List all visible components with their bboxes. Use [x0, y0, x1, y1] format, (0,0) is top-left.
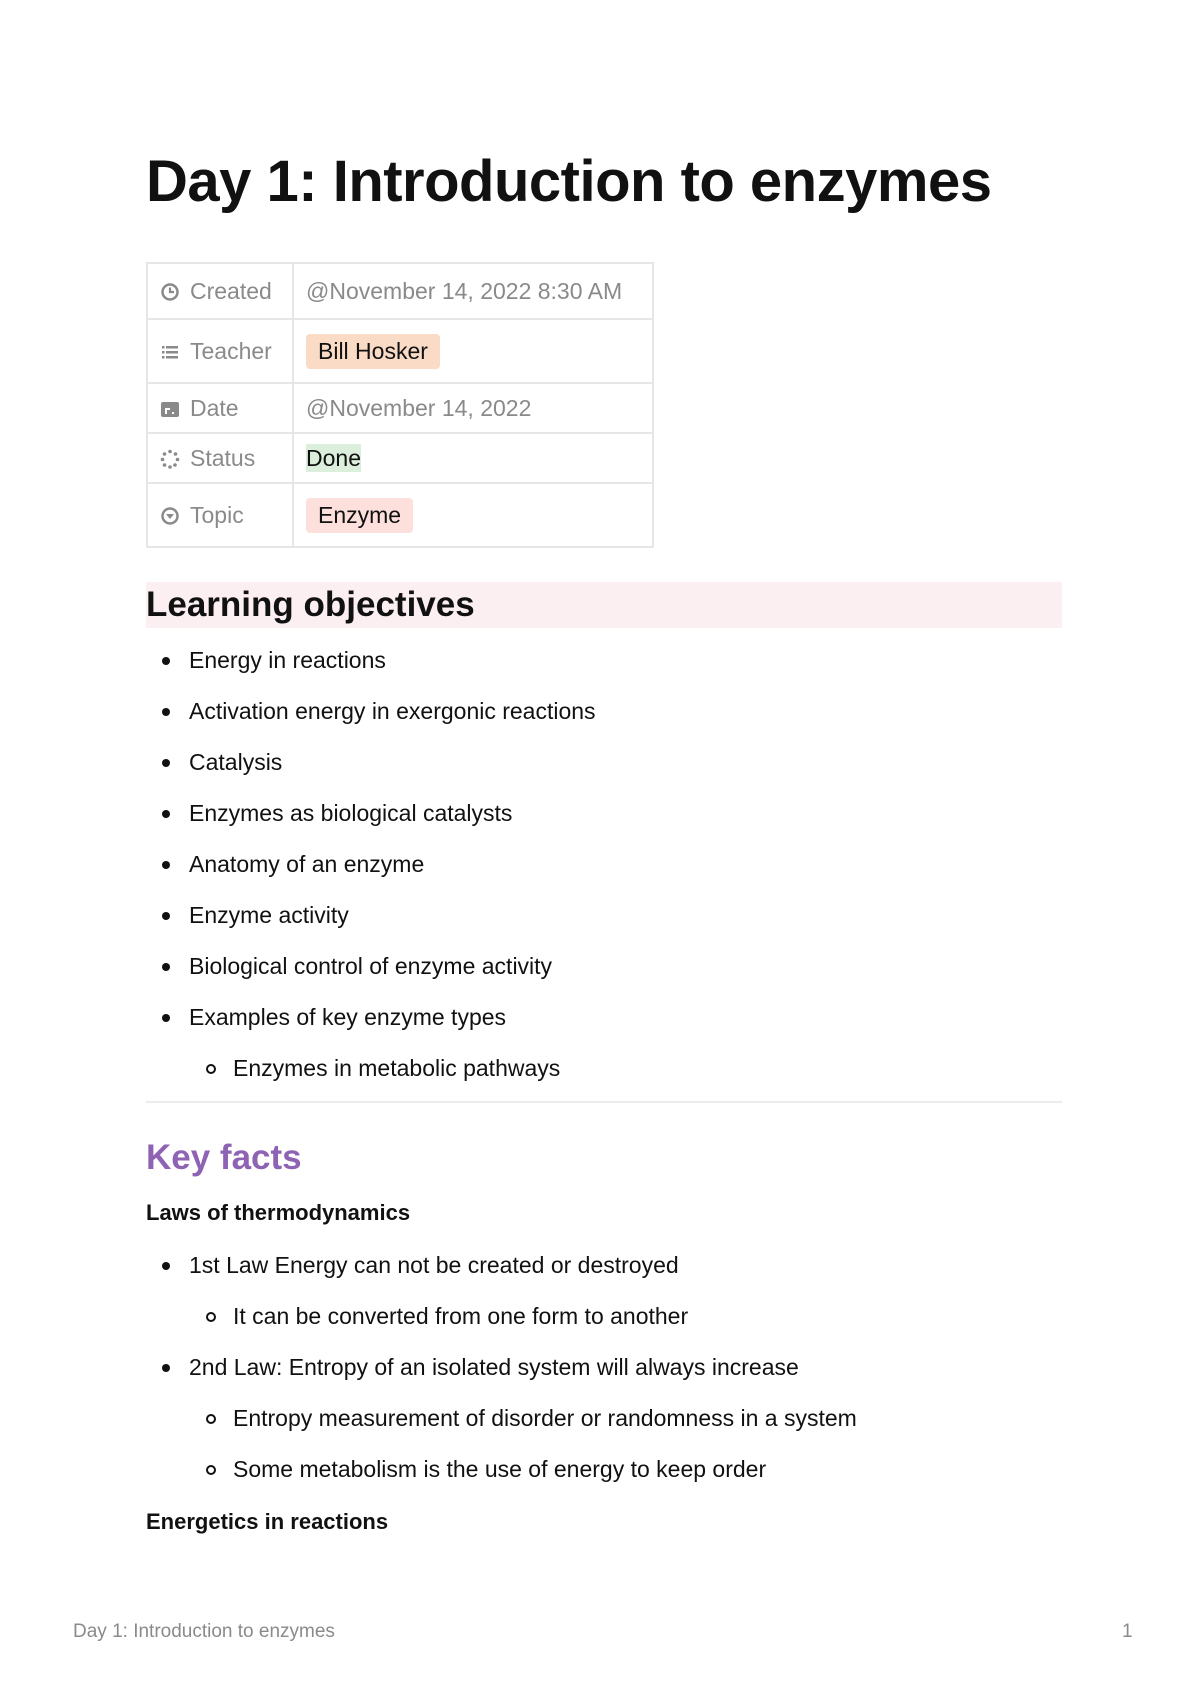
calendar-icon — [161, 401, 179, 417]
energetics-heading: Energetics in reactions — [146, 1509, 389, 1534]
list-item: Examples of key enzyme types — [146, 1002, 596, 1053]
list-item: Entropy measurement of disorder or rando… — [146, 1403, 857, 1454]
list-item: It can be converted from one form to ano… — [146, 1301, 857, 1352]
list-item: Anatomy of an enzyme — [146, 849, 596, 900]
property-key: Teacher — [146, 318, 294, 384]
list-icon — [162, 345, 178, 358]
select-icon — [161, 506, 179, 525]
list-item: Some metabolism is the use of energy to … — [146, 1454, 857, 1505]
property-key: Status — [146, 432, 294, 484]
property-key-label: Topic — [190, 501, 244, 528]
teacher-tag[interactable]: Bill Hosker — [306, 333, 440, 369]
property-value-teacher[interactable]: Bill Hosker — [292, 318, 654, 384]
page-number: 1 — [1122, 1621, 1133, 1642]
clock-icon — [161, 282, 179, 301]
property-row-date: Date @November 14, 2022 — [146, 382, 654, 434]
list-item: Activation energy in exergonic reactions — [146, 696, 596, 747]
list-item: Energy in reactions — [146, 645, 596, 696]
footer-title: Day 1: Introduction to enzymes — [73, 1621, 335, 1642]
property-row-topic: Topic Enzyme — [146, 482, 654, 548]
status-badge[interactable]: Done — [306, 443, 361, 472]
list-item: Catalysis — [146, 747, 596, 798]
property-key: Topic — [146, 482, 294, 548]
list-item: Enzymes as biological catalysts — [146, 798, 596, 849]
property-key-label: Created — [190, 277, 272, 304]
properties-table: Created @November 14, 2022 8:30 AM Teach… — [146, 262, 654, 548]
divider — [146, 1101, 1062, 1103]
page-title: Day 1: Introduction to enzymes — [146, 149, 992, 214]
list-item: Enzymes in metabolic pathways — [146, 1053, 596, 1104]
property-value-topic[interactable]: Enzyme — [292, 482, 654, 548]
property-row-created: Created @November 14, 2022 8:30 AM — [146, 262, 654, 320]
learning-objectives-list: Energy in reactions Activation energy in… — [146, 645, 596, 1104]
property-value-status[interactable]: Done — [292, 432, 654, 484]
list-item: Enzyme activity — [146, 900, 596, 951]
list-item: 2nd Law: Entropy of an isolated system w… — [146, 1352, 857, 1403]
property-key: Date — [146, 382, 294, 434]
property-row-status: Status Done — [146, 432, 654, 484]
list-item: 1st Law Energy can not be created or des… — [146, 1250, 857, 1301]
topic-tag[interactable]: Enzyme — [306, 497, 414, 533]
property-key-label: Status — [190, 444, 256, 471]
property-key-label: Date — [190, 394, 239, 421]
date-value: @November 14, 2022 — [306, 394, 532, 421]
property-value-date[interactable]: @November 14, 2022 — [292, 382, 654, 434]
property-key: Created — [146, 262, 294, 320]
property-row-teacher: Teacher Bill Hosker — [146, 318, 654, 384]
laws-of-thermodynamics-heading: Laws of thermodynamics — [146, 1200, 411, 1225]
key-facts-heading: Key facts — [146, 1138, 302, 1177]
property-key-label: Teacher — [190, 337, 272, 364]
learning-objectives-heading: Learning objectives — [146, 582, 1062, 628]
created-date: @November 14, 2022 8:30 AM — [306, 277, 623, 304]
status-icon — [160, 449, 180, 469]
list-item: Biological control of enzyme activity — [146, 951, 596, 1002]
key-facts-list: 1st Law Energy can not be created or des… — [146, 1250, 857, 1505]
property-value-created[interactable]: @November 14, 2022 8:30 AM — [292, 262, 654, 320]
